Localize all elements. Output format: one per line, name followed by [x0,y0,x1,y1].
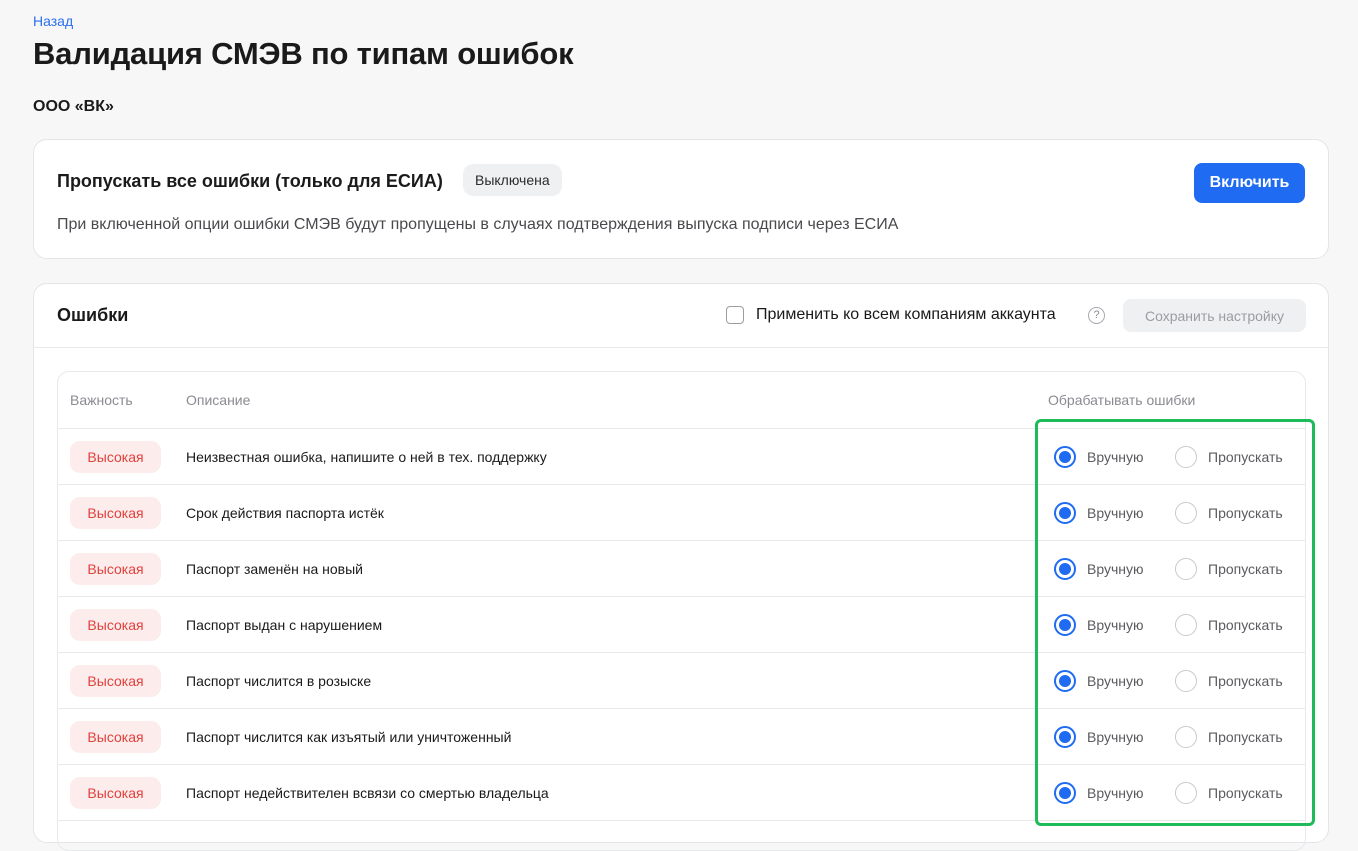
table-row: Высокая Паспорт заменён на новый Вручную Пр… [58,541,1305,597]
table-row: Высокая Паспорт числится в розыске Вручную… [58,653,1305,709]
severity-badge: Высокая [70,721,161,753]
option-manual[interactable]: Вручную [1054,558,1175,580]
manual-radio[interactable] [1054,670,1076,692]
errors-header: Ошибки Применить ко всем компаниям аккау… [34,284,1328,348]
severity-badge: Высокая [70,609,161,641]
handling-radio-group: Вручную Пропускать [1054,446,1283,468]
manual-radio[interactable] [1054,558,1076,580]
skip-radio[interactable] [1175,446,1197,468]
table-row: Высокая Паспорт выдан с нарушением Вручную… [58,597,1305,653]
column-severity: Важность [70,392,133,408]
column-handling: Обрабатывать ошибки [1048,392,1196,408]
severity-badge: Высокая [70,441,161,473]
manual-label: Вручную [1087,785,1144,801]
skip-radio[interactable] [1175,670,1197,692]
enable-button[interactable]: Включить [1194,163,1305,203]
severity-badge: Высокая [70,665,161,697]
skip-label: Пропускать [1208,561,1283,577]
apply-all-checkbox[interactable] [726,306,744,324]
table-row: Высокая Срок действия паспорта истёк Вручн… [58,485,1305,541]
page-title: Валидация СМЭВ по типам ошибок [33,36,574,71]
option-skip[interactable]: Пропускать [1175,614,1283,636]
skip-label: Пропускать [1208,673,1283,689]
option-manual[interactable]: Вручную [1054,782,1175,804]
handling-radio-group: Вручную Пропускать [1054,558,1283,580]
skip-label: Пропускать [1208,729,1283,745]
option-manual[interactable]: Вручную [1054,614,1175,636]
table-header: Важность Описание Обрабатывать ошибки [58,372,1305,429]
manual-label: Вручную [1087,449,1144,465]
severity-badge: Высокая [70,553,161,585]
handling-radio-group: Вручную Пропускать [1054,502,1283,524]
option-manual[interactable]: Вручную [1054,446,1175,468]
skip-radio[interactable] [1175,502,1197,524]
manual-label: Вручную [1087,505,1144,521]
error-description: Неизвестная ошибка, напишите о ней в тех… [186,449,547,465]
skip-label: Пропускать [1208,505,1283,521]
errors-table: Важность Описание Обрабатывать ошибки Вы… [57,371,1306,851]
manual-radio[interactable] [1054,726,1076,748]
option-manual[interactable]: Вручную [1054,670,1175,692]
table-body: Высокая Неизвестная ошибка, напишите о не… [58,429,1305,821]
skip-label: Пропускать [1208,617,1283,633]
skip-radio[interactable] [1175,558,1197,580]
option-skip[interactable]: Пропускать [1175,502,1283,524]
status-badge: Выключена [463,164,562,196]
option-skip[interactable]: Пропускать [1175,726,1283,748]
manual-radio[interactable] [1054,446,1076,468]
manual-label: Вручную [1087,729,1144,745]
handling-radio-group: Вручную Пропускать [1054,670,1283,692]
esia-description: При включенной опции ошибки СМЭВ будут п… [57,216,899,233]
save-settings-button[interactable]: Сохранить настройку [1123,299,1306,332]
handling-radio-group: Вручную Пропускать [1054,614,1283,636]
manual-radio[interactable] [1054,502,1076,524]
handling-radio-group: Вручную Пропускать [1054,782,1283,804]
company-name: ООО «ВК» [33,98,114,115]
option-manual[interactable]: Вручную [1054,726,1175,748]
esia-settings-card: Пропускать все ошибки (только для ЕСИА) … [33,139,1329,259]
handling-radio-group: Вручную Пропускать [1054,726,1283,748]
skip-radio[interactable] [1175,782,1197,804]
error-description: Паспорт недействителен всвязи со смертью… [186,785,549,801]
errors-title: Ошибки [57,305,129,325]
skip-radio[interactable] [1175,726,1197,748]
table-row: Высокая Паспорт недействителен всвязи со … [58,765,1305,821]
severity-badge: Высокая [70,497,161,529]
error-description: Паспорт числится в розыске [186,673,372,689]
option-skip[interactable]: Пропускать [1175,782,1283,804]
manual-label: Вручную [1087,617,1144,633]
skip-label: Пропускать [1208,785,1283,801]
error-description: Паспорт выдан с нарушением [186,617,383,633]
skip-label: Пропускать [1208,449,1283,465]
table-row: Высокая Неизвестная ошибка, напишите о не… [58,429,1305,485]
manual-label: Вручную [1087,673,1144,689]
option-skip[interactable]: Пропускать [1175,558,1283,580]
error-description: Паспорт числится как изъятый или уничтож… [186,729,512,745]
table-row: Высокая Паспорт числится как изъятый или … [58,709,1305,765]
error-description: Срок действия паспорта истёк [186,505,384,521]
question-circle-icon[interactable]: ? [1088,307,1105,324]
manual-radio[interactable] [1054,614,1076,636]
error-description: Паспорт заменён на новый [186,561,363,577]
back-link[interactable]: Назад [33,13,73,29]
option-skip[interactable]: Пропускать [1175,670,1283,692]
option-skip[interactable]: Пропускать [1175,446,1283,468]
apply-all-label: Применить ко всем компаниям аккаунта [756,306,1056,323]
column-description: Описание [186,392,251,408]
manual-label: Вручную [1087,561,1144,577]
apply-all-companies[interactable]: Применить ко всем компаниям аккаунта [726,306,1056,324]
errors-card: Ошибки Применить ко всем компаниям аккау… [33,283,1329,851]
option-manual[interactable]: Вручную [1054,502,1175,524]
manual-radio[interactable] [1054,782,1076,804]
skip-radio[interactable] [1175,614,1197,636]
esia-title: Пропускать все ошибки (только для ЕСИА) [57,171,443,191]
severity-badge: Высокая [70,777,161,809]
